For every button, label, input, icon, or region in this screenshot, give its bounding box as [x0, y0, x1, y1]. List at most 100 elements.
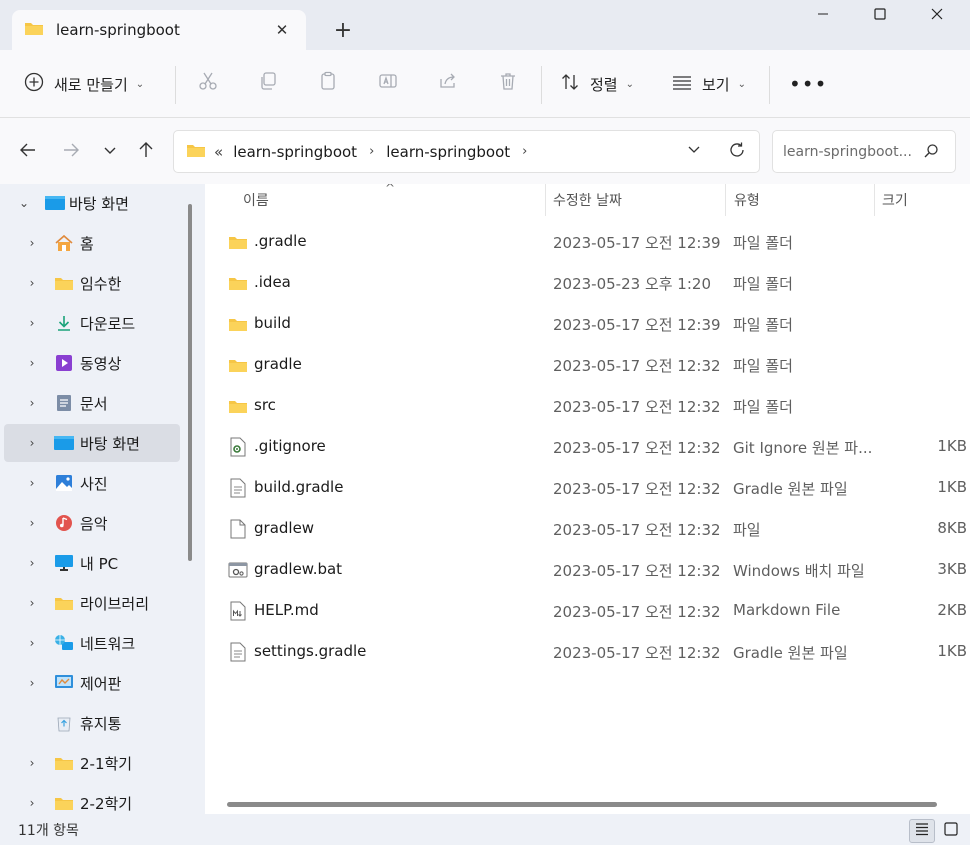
file-row[interactable]: .idea 2023-05-23 오후 1:20 파일 폴더 [205, 263, 970, 304]
refresh-icon[interactable] [727, 140, 747, 164]
file-row[interactable]: build.gradle 2023-05-17 오전 12:32 Gradle 원본… [205, 468, 970, 509]
tab-learn-springboot[interactable]: learn-springboot ✕ [12, 10, 306, 50]
sidebar-item-사진[interactable]: › 사진 [4, 464, 180, 502]
details-view-button[interactable] [909, 819, 935, 843]
column-header-name[interactable]: 이름 [243, 184, 269, 216]
file-type: Gradle 원본 파일 [733, 644, 848, 662]
delete-button[interactable] [495, 70, 521, 96]
sidebar-item-라이브러리[interactable]: › 라이브러리 [4, 584, 180, 622]
sidebar-item-2-2학기[interactable]: › 2-2학기 [4, 784, 180, 814]
file-row[interactable]: gradlew.bat 2023-05-17 오전 12:32 Windows 배치… [205, 550, 970, 591]
column-divider[interactable] [725, 184, 726, 216]
search-icon[interactable] [923, 143, 939, 163]
chevron-right-icon[interactable]: › [26, 236, 38, 250]
column-header-type[interactable]: 유형 [734, 184, 760, 216]
file-row[interactable]: settings.gradle 2023-05-17 오전 12:32 Gradle… [205, 632, 970, 673]
breadcrumb-item[interactable]: learn-springboot [386, 143, 510, 161]
chevron-right-icon[interactable]: › [26, 596, 38, 610]
toolbar-divider [175, 66, 176, 104]
sidebar-item-임수한[interactable]: › 임수한 [4, 264, 180, 302]
chevron-right-icon[interactable]: › [522, 144, 527, 159]
clipboard-icon [318, 71, 338, 95]
copy-button[interactable] [255, 70, 281, 96]
file-row[interactable]: gradlew 2023-05-17 오전 12:32 파일 8KB [205, 509, 970, 550]
file-row[interactable]: gradle 2023-05-17 오전 12:32 파일 폴더 [205, 345, 970, 386]
sidebar-item-동영상[interactable]: › 동영상 [4, 344, 180, 382]
large-icons-view-button[interactable] [938, 819, 964, 843]
address-bar[interactable]: « learn-springboot › learn-springboot › [173, 130, 760, 173]
paste-button[interactable] [315, 70, 341, 96]
close-window-button[interactable] [914, 8, 960, 32]
chevron-right-icon[interactable]: › [26, 516, 38, 530]
sidebar-item-휴지통[interactable]: 휴지통 [4, 704, 180, 742]
up-button[interactable] [133, 139, 159, 165]
details-view-icon [915, 822, 929, 840]
sidebar-item-내-PC[interactable]: › 내 PC [4, 544, 180, 582]
folder-icon [228, 314, 248, 334]
sidebar-item-제어판[interactable]: › 제어판 [4, 664, 180, 702]
back-button[interactable] [15, 139, 41, 165]
chevron-down-icon[interactable]: ⌄ [18, 196, 30, 210]
new-tab-button[interactable]: + [330, 20, 356, 46]
rename-button[interactable] [375, 70, 401, 96]
search-input[interactable]: learn-springboot... [772, 130, 956, 173]
chevron-right-icon[interactable]: › [26, 676, 38, 690]
desktop-icon [44, 193, 66, 213]
maximize-button[interactable] [857, 8, 903, 32]
sidebar-item-2-1학기[interactable]: › 2-1학기 [4, 744, 180, 782]
chevron-right-icon[interactable]: › [26, 796, 38, 810]
breadcrumb-item[interactable]: learn-springboot [233, 143, 357, 161]
file-type: 파일 폴더 [733, 316, 793, 334]
sidebar-scrollbar[interactable] [188, 204, 192, 561]
more-options-button[interactable]: ••• [789, 66, 827, 102]
new-button-label: 새로 만들기 [54, 75, 128, 94]
column-header-date[interactable]: 수정한 날짜 [553, 184, 622, 216]
file-size: 1KB [937, 642, 967, 660]
chevron-right-icon[interactable]: › [369, 144, 374, 159]
file-row[interactable]: src 2023-05-17 오전 12:32 파일 폴더 [205, 386, 970, 427]
minimize-button[interactable] [800, 8, 846, 32]
chevron-right-icon[interactable]: › [26, 636, 38, 650]
file-row[interactable]: build 2023-05-17 오전 12:39 파일 폴더 [205, 304, 970, 345]
column-divider[interactable] [545, 184, 546, 216]
sidebar-item-음악[interactable]: › 음악 [4, 504, 180, 542]
chevron-right-icon[interactable]: › [26, 316, 38, 330]
chevron-right-icon[interactable]: › [26, 556, 38, 570]
view-list-icon [672, 72, 692, 96]
column-divider[interactable] [874, 184, 875, 216]
chevron-right-icon[interactable]: › [26, 436, 38, 450]
sidebar-item-네트워크[interactable]: › 네트워크 [4, 624, 180, 662]
address-history-chevron-icon[interactable] [687, 142, 701, 160]
file-row[interactable]: .gradle 2023-05-17 오전 12:39 파일 폴더 [205, 222, 970, 263]
chevron-right-icon[interactable]: › [26, 276, 38, 290]
sidebar-item-홈[interactable]: › 홈 [4, 224, 180, 262]
sidebar-item-desktop-root[interactable]: ⌄ 바탕 화면 [4, 184, 180, 222]
view-button[interactable]: 보기 ⌄ [672, 66, 746, 102]
cut-button[interactable] [195, 70, 221, 96]
folder-icon [24, 20, 44, 40]
close-tab-icon[interactable]: ✕ [272, 20, 292, 40]
file-row[interactable]: .gitignore 2023-05-17 오전 12:32 Git Ignore … [205, 427, 970, 468]
forward-button[interactable] [58, 139, 84, 165]
tab-label: learn-springboot [56, 21, 180, 39]
breadcrumb-overflow[interactable]: « [214, 143, 223, 161]
file-name: settings.gradle [254, 642, 367, 660]
chevron-right-icon[interactable]: › [26, 356, 38, 370]
column-header-size[interactable]: 크기 [882, 184, 908, 216]
sidebar-item-다운로드[interactable]: › 다운로드 [4, 304, 180, 342]
file-row[interactable]: HELP.md 2023-05-17 오전 12:32 Markdown File 2… [205, 591, 970, 632]
file-type: Windows 배치 파일 [733, 562, 865, 580]
chevron-right-icon[interactable]: › [26, 756, 38, 770]
sidebar-item-문서[interactable]: › 문서 [4, 384, 180, 422]
share-button[interactable] [435, 70, 461, 96]
file-name: HELP.md [254, 601, 319, 619]
chevron-right-icon[interactable]: › [26, 396, 38, 410]
chevron-right-icon[interactable]: › [26, 476, 38, 490]
new-button[interactable]: 새로 만들기 ⌄ [24, 66, 144, 102]
view-label: 보기 [702, 75, 730, 94]
sidebar-item-바탕-화면[interactable]: › 바탕 화면 [4, 424, 180, 462]
sort-button[interactable]: 정렬 ⌄ [560, 66, 634, 102]
horizontal-scrollbar[interactable] [227, 802, 937, 807]
sidebar-item-label: 문서 [80, 394, 108, 413]
recent-locations-button[interactable] [97, 139, 123, 165]
